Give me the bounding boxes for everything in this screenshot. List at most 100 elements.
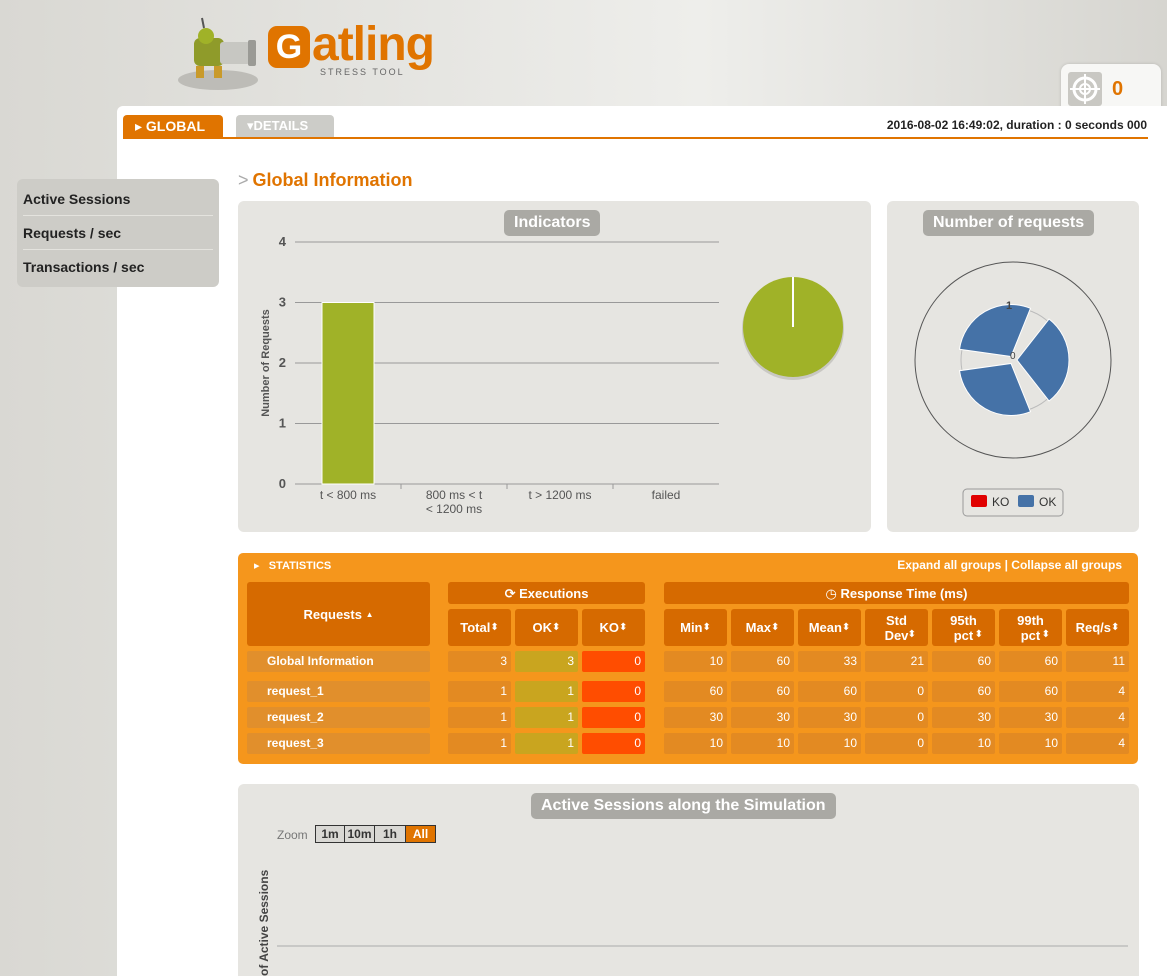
tab-global[interactable]: ▸ GLOBAL [123,115,223,139]
sort-icon: ⬍ [1111,622,1120,633]
table-cell-mean: 33 [798,651,861,672]
polar-scale-label: 1 [1006,300,1012,312]
table-cell-reqs: 11 [1066,651,1129,672]
table-cell-max: 60 [731,681,794,702]
page-title: > Global Information [238,170,413,191]
zoom-all-button[interactable]: All [405,825,436,843]
y-tick-label: 2 [279,355,286,370]
table-cell-min: 60 [664,681,727,702]
legend-label-ko: KO [992,495,1009,509]
table-cell-std: 21 [865,651,928,672]
table-cell-max: 30 [731,707,794,728]
std-column-header[interactable]: Std Dev ⬍ [865,609,928,646]
table-cell-reqs: 4 [1066,733,1129,754]
legend-swatch-ko [971,495,987,507]
chevron-right-icon: > [238,170,249,190]
table-cell-min: 30 [664,707,727,728]
clock-icon: ◷ [825,585,841,601]
ko-column-header[interactable]: KO ⬍ [582,609,645,646]
total-column-header[interactable]: Total ⬍ [448,609,511,646]
polar-sector-ok-2 [958,304,1032,358]
statistics-header[interactable]: ▸ STATISTICS [254,559,331,572]
table-cell-max: 60 [731,651,794,672]
y-tick-label: 1 [279,416,286,431]
reqs-column-header[interactable]: Req/s ⬍ [1066,609,1129,646]
table-row-name[interactable]: request_2 [247,707,430,728]
collapse-all-groups-link[interactable]: Collapse all groups [1011,558,1122,572]
sort-icon: ⬍ [702,622,711,633]
response-time-label: Response Time (ms) [840,585,968,601]
min-column-header[interactable]: Min ⬍ [664,609,727,646]
logo-wordmark: atling [312,18,435,71]
zoom-label: Zoom [277,828,308,842]
x-tick-label: failed [652,488,681,502]
tab-details[interactable]: ▾DETAILS [236,115,334,139]
table-cell-p99: 10 [999,733,1062,754]
table-cell-ok: 1 [515,707,578,728]
zoom-1h-button[interactable]: 1h [374,825,406,843]
table-cell-ok: 1 [515,681,578,702]
sort-icon: ⬍ [770,622,780,633]
indicators-chart: 0 1 2 3 4 Number of Requests t < 800 ms 800 ms … [260,234,844,516]
sidebar-item-active-sessions[interactable]: Active Sessions [23,182,213,216]
sort-icon: ⬍ [619,622,628,633]
target-icon [1068,72,1102,106]
y-tick-label: 3 [279,295,286,310]
tab-details-label: DETAILS [253,118,309,133]
requests-header-label: Requests [303,606,362,622]
polar-sector-ok-0 [1016,318,1070,402]
table-cell-p99: 60 [999,651,1062,672]
logo-g-badge: G [268,26,310,68]
sidebar-item-transactions-sec[interactable]: Transactions / sec [23,250,213,284]
y-axis-label: Number of Requests [260,309,272,417]
x-tick-label: t < 800 ms [320,488,376,502]
table-cell-min: 10 [664,733,727,754]
table-cell-total: 1 [448,681,511,702]
sidebar-item-requests-sec[interactable]: Requests / sec [23,216,213,250]
table-cell-p99: 30 [999,707,1062,728]
executions-group-header: ⟳ Executions [448,582,645,604]
sort-icon: ⬍ [907,629,916,640]
table-cell-total: 1 [448,733,511,754]
table-cell-ok: 1 [515,733,578,754]
tab-underline [123,137,1148,139]
refresh-icon: ⟳ [504,585,520,601]
response-time-group-header: ◷ Response Time (ms) [664,582,1129,604]
table-cell-reqs: 4 [1066,681,1129,702]
max-column-header[interactable]: Max ⬍ [731,609,794,646]
y-tick-label: 0 [279,476,286,491]
mean-column-header[interactable]: Mean ⬍ [798,609,861,646]
ok-column-header[interactable]: OK ⬍ [515,609,578,646]
reqs-header-label: Req/s [1075,620,1111,635]
statistics-title: STATISTICS [268,560,332,572]
x-tick-label: t > 1200 ms [528,488,591,502]
statistics-table: ▸ STATISTICS Expand all groups | Collaps… [238,553,1138,764]
sort-icon: ⬍ [552,622,561,633]
requests-polar-chart: 1 0 KO OK [914,261,1112,517]
zoom-10m-button[interactable]: 10m [344,825,375,843]
legend-label-ok: OK [1039,495,1056,509]
active-sessions-panel: Active Sessions along the Simulation of … [238,784,1139,976]
table-row-name[interactable]: request_3 [247,733,430,754]
ko-header-label: KO [599,620,620,635]
gatling-logo: G atling STRESS TOOL [176,12,466,92]
table-row-name[interactable]: Global Information [247,651,430,672]
table-cell-mean: 30 [798,707,861,728]
p99-column-header[interactable]: 99th pct ⬍ [999,609,1062,646]
tab-global-label: GLOBAL [145,118,206,134]
group-links: Expand all groups | Collapse all groups [897,558,1122,572]
caret-right-icon: ▸ [135,118,146,134]
ko-count: 0 [1112,78,1124,100]
expand-all-groups-link[interactable]: Expand all groups [897,558,1001,572]
run-info: 2016-08-02 16:49:02, duration : 0 second… [886,118,1147,132]
requests-column-header[interactable]: Requests ▲ [247,582,430,646]
sort-icon: ⬍ [841,622,851,633]
sort-icon: ⬍ [974,629,983,640]
p95-column-header[interactable]: 95th pct ⬍ [932,609,995,646]
zoom-1m-button[interactable]: 1m [315,825,345,843]
polar-center-label: 0 [1010,351,1016,362]
executions-label: Executions [519,585,589,601]
max-header-label: Max [745,620,771,635]
table-row-name[interactable]: request_1 [247,681,430,702]
table-cell-ko: 0 [582,707,645,728]
